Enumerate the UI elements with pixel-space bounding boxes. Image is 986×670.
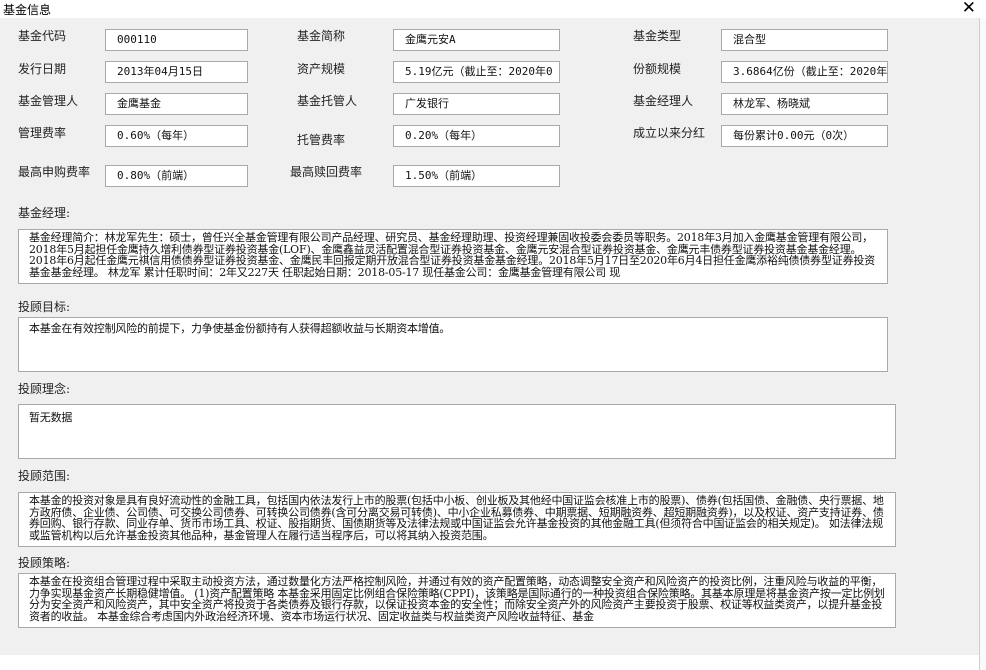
- label-fund-manager: 基金管理人: [18, 94, 79, 108]
- fund-type-field[interactable]: 混合型: [721, 29, 888, 51]
- objective-textarea[interactable]: 本基金在有效控制风险的前提下，力争使基金份额持有人获得超额收益与长期资本增值。: [18, 317, 888, 372]
- label-fund-short: 基金简称: [297, 29, 346, 43]
- window-right-edge: [979, 18, 986, 670]
- label-asset-size: 资产规模: [297, 62, 346, 76]
- label-custodian: 基金托管人: [297, 94, 358, 108]
- fund-managers-field[interactable]: 林龙军、杨晓斌: [721, 93, 888, 115]
- label-manager-intro: 基金经理:: [18, 206, 71, 220]
- custodian-field[interactable]: 广发银行: [393, 93, 560, 115]
- label-dividend: 成立以来分红: [633, 126, 706, 140]
- max-redeem-fee-field[interactable]: 1.50%（前端）: [393, 165, 560, 187]
- dividend-field[interactable]: 每份累计0.00元（0次）: [721, 125, 888, 147]
- share-size-field[interactable]: 3.6864亿份（截止至：2020年: [721, 61, 888, 83]
- fund-short-field[interactable]: 金鹰元安A: [393, 29, 560, 51]
- label-share-size: 份额规模: [633, 62, 682, 76]
- label-philosophy: 投顾理念:: [18, 382, 71, 396]
- label-custody-fee: 托管费率: [297, 133, 346, 147]
- label-fund-managers: 基金经理人: [633, 94, 694, 108]
- manager-intro-textarea[interactable]: 基金经理简介：林龙军先生：硕士，曾任兴全基金管理有限公司产品经理、研究员、基金经…: [18, 229, 888, 284]
- max-buy-fee-field[interactable]: 0.80%（前端）: [105, 165, 248, 187]
- label-objective: 投顾目标:: [18, 300, 71, 314]
- custody-fee-field[interactable]: 0.20%（每年）: [393, 125, 560, 147]
- scope-textarea[interactable]: 本基金的投资对象是具有良好流动性的金融工具，包括国内依法发行上市的股票(包括中小…: [18, 492, 896, 547]
- fund-info-window: 基金信息 ✕ 基金代码 000110 基金简称 金鹰元安A 基金类型 混合型 发…: [0, 0, 986, 670]
- label-mgmt-fee: 管理费率: [18, 126, 67, 140]
- issue-date-field[interactable]: 2013年04月15日: [105, 61, 248, 83]
- label-max-redeem-fee: 最高赎回费率: [290, 165, 363, 179]
- label-scope: 投顾范围:: [18, 469, 71, 483]
- label-max-buy-fee: 最高申购费率: [18, 165, 91, 179]
- window-bottom-edge: [0, 655, 979, 670]
- strategy-textarea[interactable]: 本基金在投资组合管理过程中采取主动投资方法，通过数量化方法严格控制风险，并通过有…: [18, 573, 896, 628]
- close-icon[interactable]: ✕: [962, 0, 976, 18]
- window-title: 基金信息: [3, 3, 52, 17]
- label-fund-code: 基金代码: [18, 29, 67, 43]
- label-issue-date: 发行日期: [18, 62, 67, 76]
- title-bar: 基金信息 ✕: [0, 0, 986, 18]
- fund-manager-field[interactable]: 金鹰基金: [105, 93, 248, 115]
- asset-size-field[interactable]: 5.19亿元（截止至：2020年0: [393, 61, 560, 83]
- fund-code-field[interactable]: 000110: [105, 29, 248, 51]
- label-strategy: 投顾策略:: [18, 556, 71, 570]
- mgmt-fee-field[interactable]: 0.60%（每年）: [105, 125, 248, 147]
- philosophy-textarea[interactable]: 暂无数据: [18, 404, 896, 459]
- label-fund-type: 基金类型: [633, 29, 682, 43]
